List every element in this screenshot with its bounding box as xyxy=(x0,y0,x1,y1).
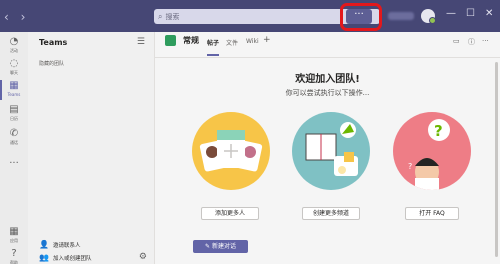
channel-header: 常规 帖子 文件 Wiki + ▭ ⓘ ··· xyxy=(155,32,500,58)
new-conversation-button[interactable]: ✎ 新建对话 xyxy=(193,240,248,253)
search-icon: ⌕ xyxy=(158,11,163,21)
minimize-icon[interactable]: — xyxy=(446,8,456,19)
add-people-illustration xyxy=(192,112,270,190)
hidden-teams-link[interactable]: 隐藏的团队 xyxy=(39,60,64,67)
create-channels-illustration xyxy=(292,112,370,190)
panel-title: Teams xyxy=(39,38,68,47)
close-icon[interactable]: ✕ xyxy=(485,8,493,19)
rail-item-teams[interactable]: ▦ Teams xyxy=(0,80,28,100)
welcome-subtitle: 你可以尝试执行以下操作... xyxy=(285,89,370,97)
calendar-icon: ▤ xyxy=(9,104,19,115)
join-create-team-button[interactable]: 👥 加入或创建团队 xyxy=(39,253,91,262)
filter-icon[interactable]: ☰ xyxy=(137,37,145,47)
team-avatar-icon xyxy=(165,35,176,46)
nav-arrows[interactable]: ‹ › xyxy=(4,10,29,24)
rail-item-apps[interactable]: ▦ 应用 xyxy=(0,226,28,244)
rail-item-help[interactable]: ? 帮助 xyxy=(0,248,28,264)
tab-files[interactable]: 文件 xyxy=(226,38,238,47)
more-icon[interactable]: ··· xyxy=(482,37,489,45)
invite-contacts-button[interactable]: 👤 邀请联系人 xyxy=(39,240,80,249)
bell-icon: ◔ xyxy=(9,36,19,47)
search-placeholder: 搜索 xyxy=(165,12,180,21)
title-bar: ‹ › ⌕ 搜索 ··· — ☐ ✕ xyxy=(0,0,500,32)
welcome-title: 欢迎加入团队! xyxy=(295,74,360,85)
compose-icon: ✎ xyxy=(205,243,212,250)
tab-wiki[interactable]: Wiki xyxy=(246,38,259,45)
teams-icon: ▦ xyxy=(9,80,19,91)
apps-icon: ▦ xyxy=(9,226,19,237)
person-add-icon: 👤 xyxy=(39,240,49,249)
svg-text:?: ? xyxy=(408,162,412,171)
faq-illustration: ? ? xyxy=(393,112,471,190)
gear-icon[interactable]: ⚙ xyxy=(139,252,147,262)
phone-icon: ✆ xyxy=(9,128,19,139)
scrollbar[interactable] xyxy=(495,62,498,257)
teams-panel: Teams ☰ 隐藏的团队 👤 邀请联系人 👥 加入或创建团队 ⚙ xyxy=(28,32,155,264)
rail-item-activity[interactable]: ◔ 活动 xyxy=(0,36,28,54)
svg-text:?: ? xyxy=(434,122,443,140)
video-icon[interactable]: ▭ xyxy=(453,37,460,45)
avatar[interactable] xyxy=(421,9,436,24)
annotation-highlight xyxy=(340,3,382,31)
user-name-blurred xyxy=(388,12,414,20)
info-icon[interactable]: ⓘ xyxy=(468,37,475,47)
channel-main: 常规 帖子 文件 Wiki + ▭ ⓘ ··· 欢迎加入团队! 你可以尝试执行以… xyxy=(155,32,500,264)
add-tab-button[interactable]: + xyxy=(263,35,271,45)
team-add-icon: 👥 xyxy=(39,253,49,262)
help-icon: ? xyxy=(11,248,17,259)
more-icon: ··· xyxy=(9,158,19,169)
rail-item-more[interactable]: ··· xyxy=(0,158,28,169)
open-faq-button[interactable]: 打开 FAQ xyxy=(405,207,459,220)
rail-item-chat[interactable]: ◌ 聊天 xyxy=(0,58,28,76)
maximize-icon[interactable]: ☐ xyxy=(466,8,475,19)
chat-icon: ◌ xyxy=(9,58,19,69)
channel-name: 常规 xyxy=(183,36,199,45)
rail-item-calls[interactable]: ✆ 通话 xyxy=(0,128,28,146)
create-more-channels-button[interactable]: 创建更多频道 xyxy=(302,207,360,220)
tab-posts[interactable]: 帖子 xyxy=(207,38,220,56)
rail-item-calendar[interactable]: ▤ 日历 xyxy=(0,104,28,122)
app-rail: ◔ 活动 ◌ 聊天 ▦ Teams ▤ 日历 ✆ 通话 ··· ▦ 应用 ? 帮… xyxy=(0,32,28,264)
add-more-people-button[interactable]: 添加更多人 xyxy=(201,207,259,220)
